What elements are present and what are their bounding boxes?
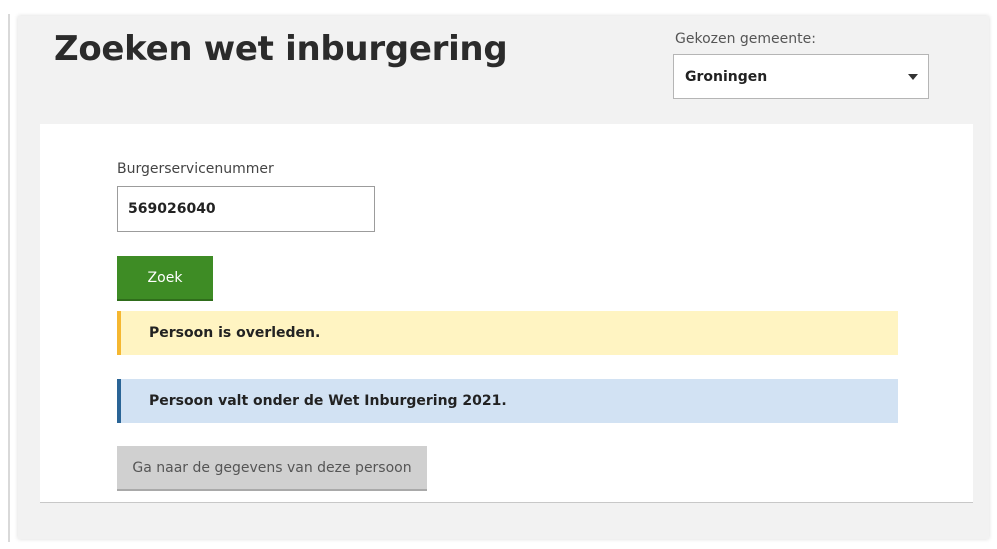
window-left-edge xyxy=(8,14,10,542)
bsn-label: Burgerservicenummer xyxy=(117,161,274,177)
bsn-input[interactable] xyxy=(117,186,375,232)
page-title: Zoeken wet inburgering xyxy=(54,29,508,69)
municipality-selected-value: Groningen xyxy=(685,68,768,85)
person-details-button[interactable]: Ga naar de gegevens van deze persoon xyxy=(117,446,427,491)
wet-inburgering-info-alert: Persoon valt onder de Wet Inburgering 20… xyxy=(117,379,898,423)
wet-inburgering-info-text: Persoon valt onder de Wet Inburgering 20… xyxy=(149,393,507,409)
municipality-select[interactable]: Groningen xyxy=(673,54,929,99)
municipality-label: Gekozen gemeente: xyxy=(675,31,816,47)
caret-down-icon xyxy=(908,74,918,80)
search-button[interactable]: Zoek xyxy=(117,256,213,301)
deceased-warning-alert: Persoon is overleden. xyxy=(117,311,898,355)
deceased-warning-text: Persoon is overleden. xyxy=(149,325,321,341)
